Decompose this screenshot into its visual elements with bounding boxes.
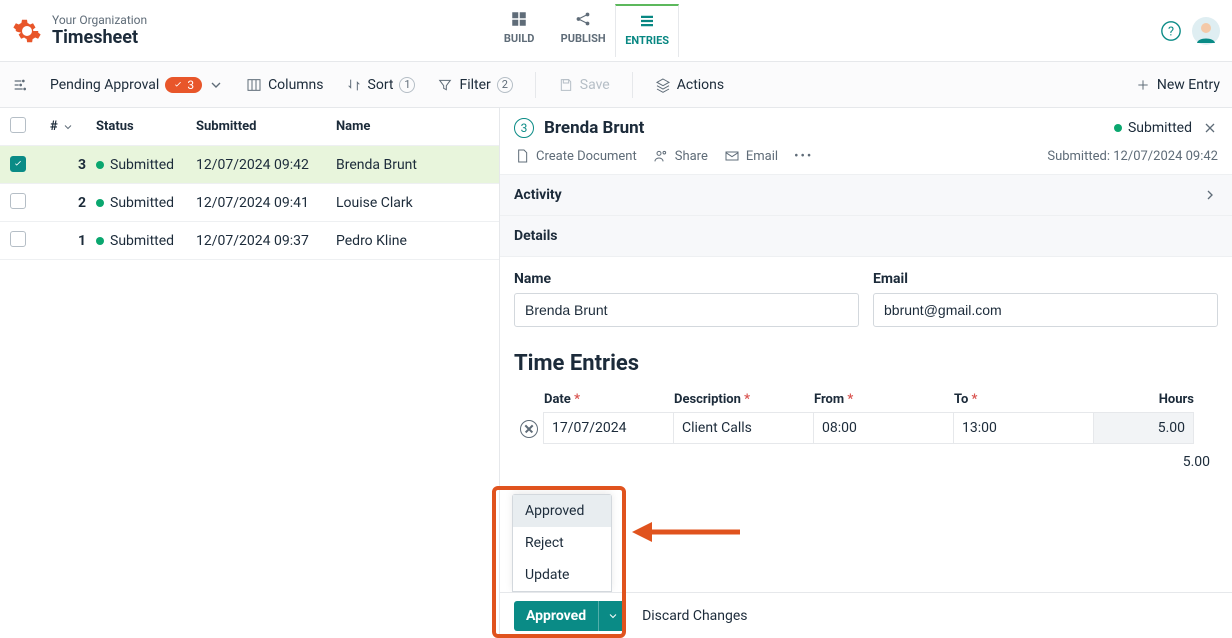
tab-entries[interactable]: ENTRIES [615,4,679,57]
check-icon [173,80,183,90]
share-icon [574,10,592,28]
create-document-button[interactable]: Create Document [514,148,637,164]
document-icon [514,148,530,164]
chevron-down-icon [208,77,224,93]
content-area: # Status Submitted Name 3Submitted12/07/… [0,108,1232,638]
columns-button[interactable]: Columns [246,77,323,93]
entry-index: 3 [514,118,534,138]
select-all-checkbox[interactable] [10,117,26,133]
name-label: Name [514,271,859,287]
row-checkbox[interactable] [10,193,26,209]
status-option-approved[interactable]: Approved [513,495,611,527]
divider [535,72,536,98]
details-section: Details [500,216,1232,257]
email-label: Email [873,271,1218,287]
approved-split-button[interactable]: Approved [514,601,626,631]
plus-icon [1135,77,1151,93]
chevron-down-icon[interactable] [598,601,626,631]
envelope-icon [724,148,740,164]
tab-build[interactable]: BUILD [487,4,551,57]
app-header: Your Organization Timesheet BUILD PUBLIS… [0,0,1232,62]
save-button: Save [558,77,610,93]
people-icon [653,148,669,164]
share-button[interactable]: Share [653,148,708,164]
new-entry-button[interactable]: New Entry [1135,77,1220,93]
avatar[interactable] [1192,17,1220,45]
toolbar: Pending Approval 3 Columns Sort 1 Filter… [0,62,1232,108]
more-icon[interactable]: ••• [794,149,813,164]
layers-icon [655,77,671,93]
list-icon [638,12,656,30]
org-label: Your Organization [52,13,147,27]
pending-count-pill: 3 [165,77,202,93]
detail-panel: 3 Brenda Brunt Submitted Create Document… [499,108,1232,638]
email-field[interactable] [873,293,1218,327]
filter-count: 2 [497,77,513,93]
total-hours: 5.00 [514,444,1218,470]
sliders-icon[interactable] [12,77,28,93]
help-icon[interactable]: ? [1160,20,1182,42]
view-selector[interactable]: Pending Approval 3 [50,77,224,93]
status-option-reject[interactable]: Reject [513,527,611,559]
panel-footer: Approved Discard Changes [500,592,1232,638]
divider [632,72,633,98]
gear-icon [12,16,42,46]
sort-count: 1 [399,77,415,93]
status-option-update[interactable]: Update [513,559,611,591]
row-checkbox[interactable] [10,231,26,247]
sort-button[interactable]: Sort 1 [346,77,416,93]
entry-title: Brenda Brunt [544,118,644,138]
name-field[interactable] [514,293,859,327]
filter-button[interactable]: Filter 2 [437,77,512,93]
status-badge: Submitted [1114,120,1192,136]
discard-changes-button[interactable]: Discard Changes [642,608,747,624]
grid-icon [510,10,528,28]
page-title: Timesheet [52,27,147,48]
email-button[interactable]: Email [724,148,778,164]
activity-section[interactable]: Activity [500,174,1232,216]
actions-button[interactable]: Actions [655,77,724,93]
columns-icon [246,77,262,93]
time-entry-row: 17/07/2024 Client Calls 08:00 13:00 5.00 [514,413,1218,444]
funnel-icon [437,77,453,93]
chevron-down-icon[interactable] [62,121,74,133]
row-checkbox[interactable] [10,156,26,172]
save-icon [558,77,574,93]
chevron-right-icon [1202,187,1218,203]
status-menu: Approved Reject Update [512,494,612,592]
close-icon[interactable] [1202,120,1218,136]
tab-publish[interactable]: PUBLISH [551,4,615,57]
brand: Your Organization Timesheet [12,13,147,48]
sort-icon [346,77,362,93]
remove-row-icon[interactable] [520,420,538,438]
top-tabs: BUILD PUBLISH ENTRIES [487,4,679,57]
time-entries-heading: Time Entries [514,351,1218,376]
svg-text:?: ? [1168,24,1174,39]
